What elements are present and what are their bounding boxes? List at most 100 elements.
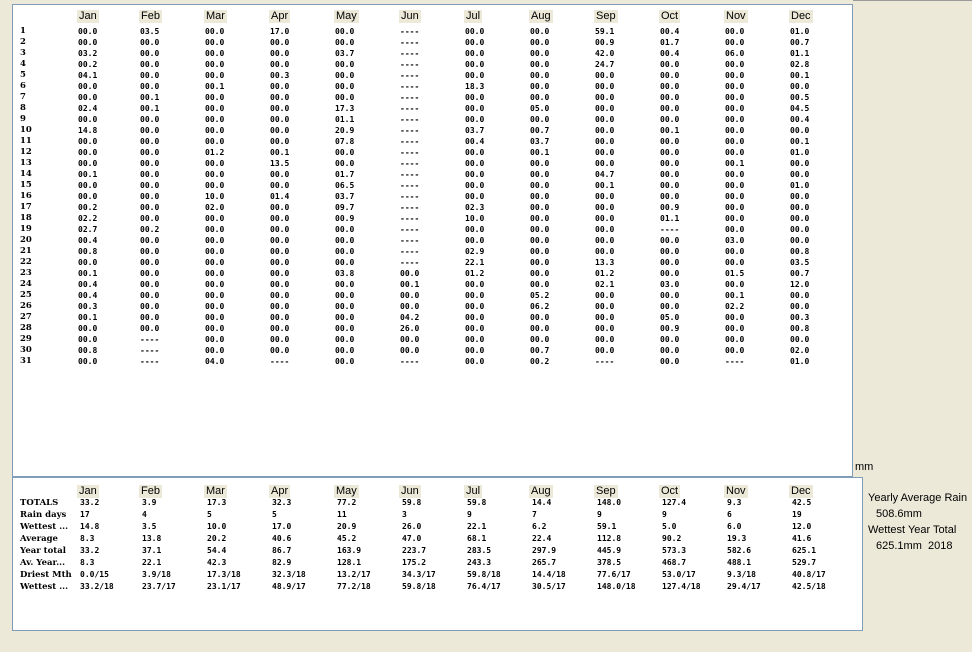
daily-value-cell: ----: [400, 27, 420, 36]
daily-value-cell: 00.0: [270, 126, 290, 135]
daily-value-cell: 00.0: [335, 159, 355, 168]
daily-value-cell: ----: [140, 357, 160, 366]
daily-value-cell: 00.0: [465, 159, 485, 168]
summary-value-cell: 45.2: [337, 534, 357, 543]
daily-value-cell: 00.0: [790, 291, 810, 300]
month-header-jan[interactable]: Jan: [77, 10, 99, 23]
daily-value-cell: 02.2: [725, 302, 745, 311]
daily-value-cell: 00.0: [335, 225, 355, 234]
month-header-sep[interactable]: Sep: [594, 10, 618, 23]
daily-value-cell: 00.0: [790, 302, 810, 311]
daily-value-cell: 00.8: [790, 324, 810, 333]
daily-value-cell: 00.0: [790, 335, 810, 344]
month-header-oct[interactable]: Oct: [659, 10, 681, 23]
daily-value-cell: 01.4: [270, 192, 290, 201]
day-label: 10: [20, 125, 32, 135]
daily-value-cell: 00.4: [465, 137, 485, 146]
daily-value-cell: 00.0: [725, 38, 745, 47]
daily-value-cell: 00.1: [790, 137, 810, 146]
month-header-nov[interactable]: Nov: [724, 10, 748, 23]
daily-value-cell: 00.0: [595, 236, 615, 245]
daily-value-cell: 04.0: [205, 357, 225, 366]
daily-value-cell: 00.0: [270, 302, 290, 311]
daily-value-cell: 00.0: [140, 126, 160, 135]
daily-value-cell: 00.0: [530, 159, 550, 168]
daily-value-cell: 00.0: [465, 225, 485, 234]
summary-value-cell: 13.8: [142, 534, 162, 543]
daily-value-cell: ----: [140, 335, 160, 344]
daily-value-cell: 00.2: [78, 203, 98, 212]
summary-row-label: Wettest ...: [20, 522, 69, 532]
daily-value-cell: ----: [400, 49, 420, 58]
daily-value-cell: 00.0: [400, 269, 420, 278]
daily-value-cell: 00.0: [725, 170, 745, 179]
daily-value-cell: 00.0: [660, 137, 680, 146]
daily-value-cell: 00.0: [660, 71, 680, 80]
month-header-dec[interactable]: Dec: [789, 10, 813, 23]
summary-value-cell: 5.0: [662, 522, 677, 531]
daily-value-cell: ----: [400, 60, 420, 69]
summary-value-cell: 265.7: [532, 558, 557, 567]
daily-value-cell: 00.0: [660, 247, 680, 256]
daily-value-cell: 01.0: [790, 181, 810, 190]
daily-value-cell: ----: [660, 225, 680, 234]
daily-value-cell: 00.0: [270, 258, 290, 267]
daily-value-cell: 00.0: [465, 302, 485, 311]
daily-value-cell: 00.0: [725, 247, 745, 256]
daily-value-cell: 00.0: [660, 258, 680, 267]
daily-value-cell: 00.0: [78, 115, 98, 124]
daily-value-cell: 00.0: [530, 38, 550, 47]
summary-value-cell: 41.6: [792, 534, 812, 543]
summary-value-cell: 20.2: [207, 534, 227, 543]
daily-value-cell: 00.0: [335, 258, 355, 267]
daily-value-cell: 01.5: [725, 269, 745, 278]
daily-value-cell: 00.0: [270, 137, 290, 146]
daily-value-cell: 02.0: [205, 203, 225, 212]
daily-value-cell: 00.0: [205, 115, 225, 124]
daily-value-cell: 00.0: [530, 115, 550, 124]
summary-value-cell: 86.7: [272, 546, 292, 555]
daily-value-cell: 00.0: [270, 181, 290, 190]
daily-value-cell: 01.0: [790, 148, 810, 157]
daily-value-cell: 00.0: [790, 203, 810, 212]
daily-value-cell: 00.0: [595, 324, 615, 333]
daily-value-cell: 00.0: [140, 170, 160, 179]
month-header-may[interactable]: May: [334, 10, 359, 23]
wettest-year-value: 625.1mm: [876, 540, 922, 552]
daily-value-cell: 00.0: [205, 49, 225, 58]
month-header-jun[interactable]: Jun: [399, 10, 421, 23]
daily-value-cell: 00.0: [140, 115, 160, 124]
daily-value-cell: 00.7: [790, 38, 810, 47]
summary-value-cell: 582.6: [727, 546, 752, 555]
daily-value-cell: 17.3: [335, 104, 355, 113]
summary-value-cell: 14.4: [532, 498, 552, 507]
month-header-feb[interactable]: Feb: [139, 10, 162, 23]
summary-value-cell: 82.9: [272, 558, 292, 567]
daily-value-cell: 00.0: [790, 236, 810, 245]
daily-value-cell: 00.0: [140, 49, 160, 58]
daily-value-cell: 00.0: [140, 71, 160, 80]
daily-value-cell: 00.0: [205, 280, 225, 289]
daily-value-cell: 00.9: [335, 214, 355, 223]
summary-value-cell: 17.0: [272, 522, 292, 531]
summary-value-cell: 148.0: [597, 498, 622, 507]
daily-value-cell: 00.0: [725, 335, 745, 344]
month-header-aug[interactable]: Aug: [529, 10, 553, 23]
month-header-apr[interactable]: Apr: [269, 10, 291, 23]
summary-value-cell: 3.5: [142, 522, 157, 531]
daily-value-cell: 00.0: [660, 104, 680, 113]
daily-value-cell: 00.0: [725, 280, 745, 289]
daily-value-cell: 00.0: [595, 82, 615, 91]
month-header-jul[interactable]: Jul: [464, 10, 483, 23]
daily-value-cell: 00.0: [465, 170, 485, 179]
daily-value-cell: 00.0: [335, 82, 355, 91]
daily-value-cell: 02.0: [790, 346, 810, 355]
summary-value-cell: 59.8/18: [467, 570, 501, 579]
month-header-mar[interactable]: Mar: [204, 10, 227, 23]
daily-value-cell: 12.0: [790, 280, 810, 289]
summary-row-label: Rain days: [20, 510, 67, 520]
daily-value-cell: 00.0: [530, 60, 550, 69]
daily-value-cell: ----: [400, 82, 420, 91]
daily-value-cell: 00.0: [205, 104, 225, 113]
daily-value-cell: 03.5: [790, 258, 810, 267]
